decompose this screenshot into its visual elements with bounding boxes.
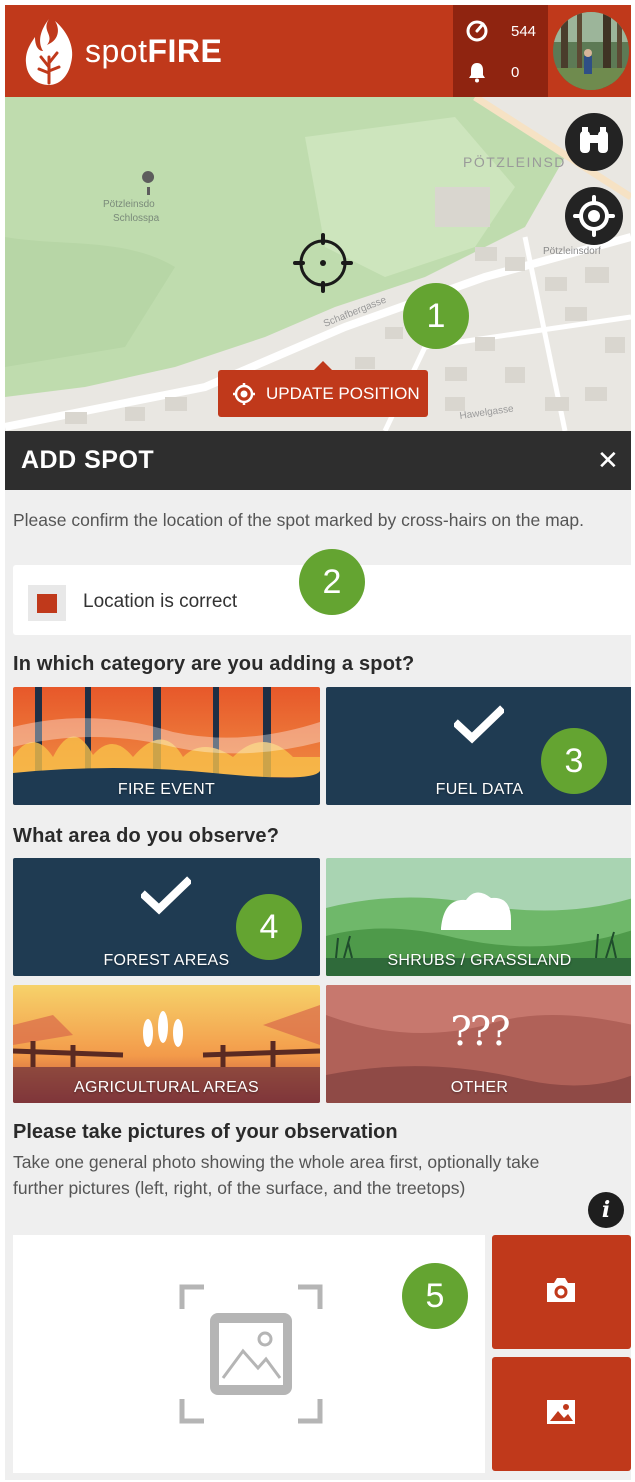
avatar[interactable] [553,12,629,90]
binoculars-icon [580,127,608,153]
location-checkbox[interactable] [28,585,66,621]
step-badge-4: 4 [236,894,302,960]
area-shrubs-grassland[interactable]: SHRUBS / GRASSLAND [326,858,631,976]
locate-me-button[interactable] [565,187,623,245]
step-badge-3: 3 [541,728,607,794]
area-question: What area do you observe? [13,825,280,847]
gps-locate-icon [573,195,615,237]
step-badge-5: 5 [402,1263,468,1329]
checkmark-icon [141,876,191,915]
brand-bold: FIRE [147,33,223,69]
category-fire-event-label: FIRE EVENT [117,781,216,798]
binoculars-button[interactable] [565,113,623,171]
flame-logo-icon [25,19,73,85]
category-fire-event[interactable]: FIRE EVENT [13,687,320,805]
app-brand: spotFIRE [85,33,222,70]
add-spot-bar: ADD SPOT ✕ [5,431,631,490]
points-count: 544 [511,22,537,40]
crosshair-icon [293,233,353,293]
notifications-count: 0 [511,63,520,81]
step-badge-2: 2 [299,549,365,615]
target-icon [233,382,255,405]
gallery-icon [547,1400,575,1424]
close-icon[interactable]: ✕ [597,446,623,474]
pictures-instruction: Take one general photo showing the whole… [13,1152,540,1198]
user-stats[interactable]: 544 0 [453,5,548,97]
area-agricultural-label: AGRICULTURAL AREAS [73,1079,259,1096]
choose-from-gallery-button[interactable] [492,1357,631,1471]
pictures-title: Please take pictures of your observation [13,1121,398,1143]
area-other-label: OTHER [450,1079,509,1096]
place-label-1: Pötzleinsdo [103,199,155,210]
area-other-glyph: ??? [450,1009,510,1055]
app-header: spotFIRE 544 0 [5,5,631,97]
panel-title: ADD SPOT [21,446,155,474]
step-badge-1: 1 [403,283,469,349]
location-instruction: Please confirm the location of the spot … [13,510,584,530]
category-question: In which category are you adding a spot? [13,653,415,675]
app-screen: spotFIRE 544 0 Pötzleinsdo Schlosspa PÖT… [5,5,631,1480]
bell-icon [469,63,485,83]
area-other[interactable]: ??? OTHER [326,985,631,1103]
points-stat: 544 [465,19,536,43]
area-shrubs-label: SHRUBS / GRASSLAND [387,952,572,969]
checkbox-fill [37,594,57,613]
image-placeholder-icon [179,1284,323,1424]
update-position-label: UPDATE POSITION [266,383,420,403]
camera-icon [547,1278,575,1302]
brand-light: spot [85,33,148,69]
place-label-2: Schlosspa [113,213,160,224]
info-icon[interactable]: i [588,1192,624,1228]
update-position-button[interactable]: UPDATE POSITION [218,361,428,417]
district-label: PÖTZLEINSD [463,153,566,170]
map-view[interactable]: Pötzleinsdo Schlosspa PÖTZLEINSD Pötzlei… [5,97,631,431]
target-points-icon [466,20,488,42]
location-checkbox-label: Location is correct [83,591,238,612]
take-photo-button[interactable] [492,1235,631,1349]
checkmark-icon [454,705,504,744]
notifications-stat: 0 [465,60,519,84]
place-label-3: Pötzleinsdorf [543,246,601,257]
area-agricultural[interactable]: AGRICULTURAL AREAS [13,985,320,1103]
